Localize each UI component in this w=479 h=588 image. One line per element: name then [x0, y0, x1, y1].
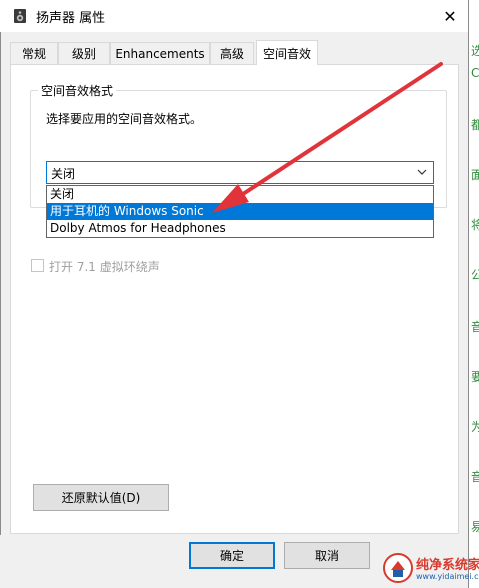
background-text: 都 [471, 118, 479, 132]
background-text: 公 [471, 268, 479, 282]
tab-advanced[interactable]: 高级 [210, 42, 254, 64]
background-text: 易 [471, 520, 479, 534]
background-text: 将 [471, 218, 479, 232]
close-button[interactable]: ✕ [432, 0, 468, 32]
virtual-surround-checkbox[interactable] [31, 259, 44, 272]
restore-defaults-button[interactable]: 还原默认值(D) [33, 484, 169, 511]
background-text: C [471, 66, 479, 80]
background-window-edge: 选 C 都 面 将 公 音 要 为 音 易 [468, 0, 479, 588]
background-text: 选 [471, 44, 479, 58]
title-bar[interactable]: 扬声器 属性 ✕ [0, 0, 468, 32]
cancel-button[interactable]: 取消 [284, 542, 370, 569]
watermark: 纯净系统家园 www.yidaimei.com [382, 548, 479, 588]
chevron-down-icon [417, 169, 427, 175]
option-off[interactable]: 关闭 [47, 186, 433, 203]
group-description: 选择要应用的空间音效格式。 [46, 112, 203, 126]
background-text: 音 [471, 470, 479, 484]
tab-spatial-sound[interactable]: 空间音效 [256, 40, 318, 65]
speaker-icon [14, 9, 26, 23]
ok-button[interactable]: 确定 [189, 542, 275, 569]
background-text: 要 [471, 370, 479, 384]
watermark-logo-icon [383, 553, 413, 583]
group-title: 空间音效格式 [38, 82, 117, 99]
watermark-url: www.yidaimei.com [416, 572, 479, 581]
background-text: 面 [471, 168, 479, 182]
background-text: 音 [471, 320, 479, 334]
selected-value: 关闭 [51, 167, 76, 181]
tab-enhancements[interactable]: Enhancements [110, 42, 210, 64]
watermark-name: 纯净系统家园 [416, 558, 479, 573]
option-dolby-atmos[interactable]: Dolby Atmos for Headphones [47, 220, 433, 237]
dropdown-list: 关闭 用于耳机的 Windows Sonic Dolby Atmos for H… [46, 185, 434, 238]
virtual-surround-label: 打开 7.1 虚拟环绕声 [49, 260, 160, 274]
background-text: 为 [471, 420, 479, 434]
spatial-format-select[interactable]: 关闭 [46, 161, 434, 184]
tab-general[interactable]: 常规 [10, 42, 58, 64]
option-windows-sonic[interactable]: 用于耳机的 Windows Sonic [47, 203, 433, 220]
tab-levels[interactable]: 级别 [58, 42, 110, 64]
window-title: 扬声器 属性 [36, 11, 106, 26]
